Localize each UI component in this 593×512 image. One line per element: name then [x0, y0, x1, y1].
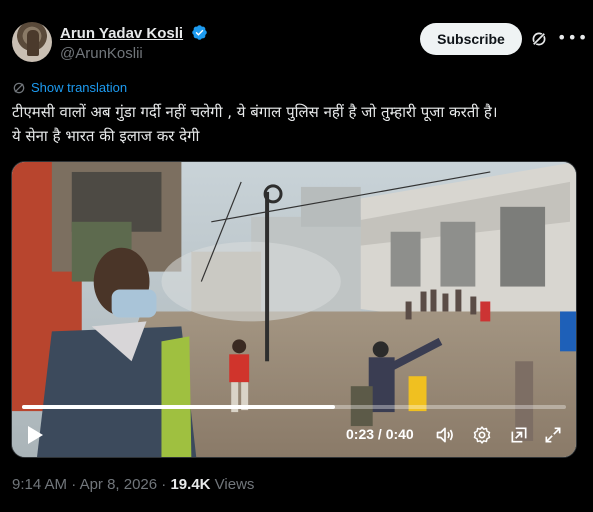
views-label: Views	[214, 476, 255, 493]
avatar[interactable]	[12, 22, 52, 62]
picture-in-picture-icon[interactable]	[509, 425, 529, 445]
play-icon[interactable]	[26, 425, 44, 445]
settings-icon[interactable]	[472, 425, 492, 445]
post-time[interactable]: 9:14 AM	[12, 476, 67, 493]
translate-icon	[13, 82, 25, 93]
meta-separator: ·	[71, 476, 77, 493]
post-meta: 9:14 AM · Apr 8, 2026 · 19.4K Views	[12, 476, 254, 493]
post-date[interactable]: Apr 8, 2026	[80, 476, 158, 493]
fullscreen-icon[interactable]	[543, 425, 563, 445]
post-text-line-2: ये सेना है भारत की इलाज कर देगी	[12, 127, 200, 145]
video-progress-fill	[22, 405, 335, 409]
more-icon[interactable]: •••	[557, 28, 587, 48]
meta-separator-2: ·	[161, 476, 167, 493]
author-display-name[interactable]: Arun Yadav Kosli	[60, 25, 183, 42]
author-handle[interactable]: @ArunKoslii	[60, 45, 208, 62]
video-player[interactable]: 0:23 / 0:40	[11, 161, 577, 458]
volume-icon[interactable]	[435, 425, 455, 445]
post-header: Arun Yadav Kosli @ArunKoslii Subscribe •…	[12, 22, 587, 66]
post-text: टीएमसी वालों अब गुंडा गर्दी नहीं चलेगी ,…	[12, 100, 582, 148]
views-count: 19.4K	[170, 476, 211, 493]
post-text-line-1: टीएमसी वालों अब गुंडा गर्दी नहीं चलेगी ,…	[12, 103, 498, 121]
verified-badge-icon	[192, 25, 207, 40]
video-time: 0:23 / 0:40	[346, 426, 414, 442]
show-translation-link[interactable]: Show translation	[12, 80, 127, 95]
avatar-figure	[27, 30, 39, 56]
grok-icon[interactable]	[530, 30, 548, 48]
show-translation-label[interactable]: Show translation	[31, 80, 127, 95]
video-progress-bar[interactable]	[22, 405, 566, 409]
author-info: Arun Yadav Kosli @ArunKoslii	[60, 23, 208, 62]
subscribe-button[interactable]: Subscribe	[420, 23, 522, 55]
video-frame	[12, 162, 576, 457]
